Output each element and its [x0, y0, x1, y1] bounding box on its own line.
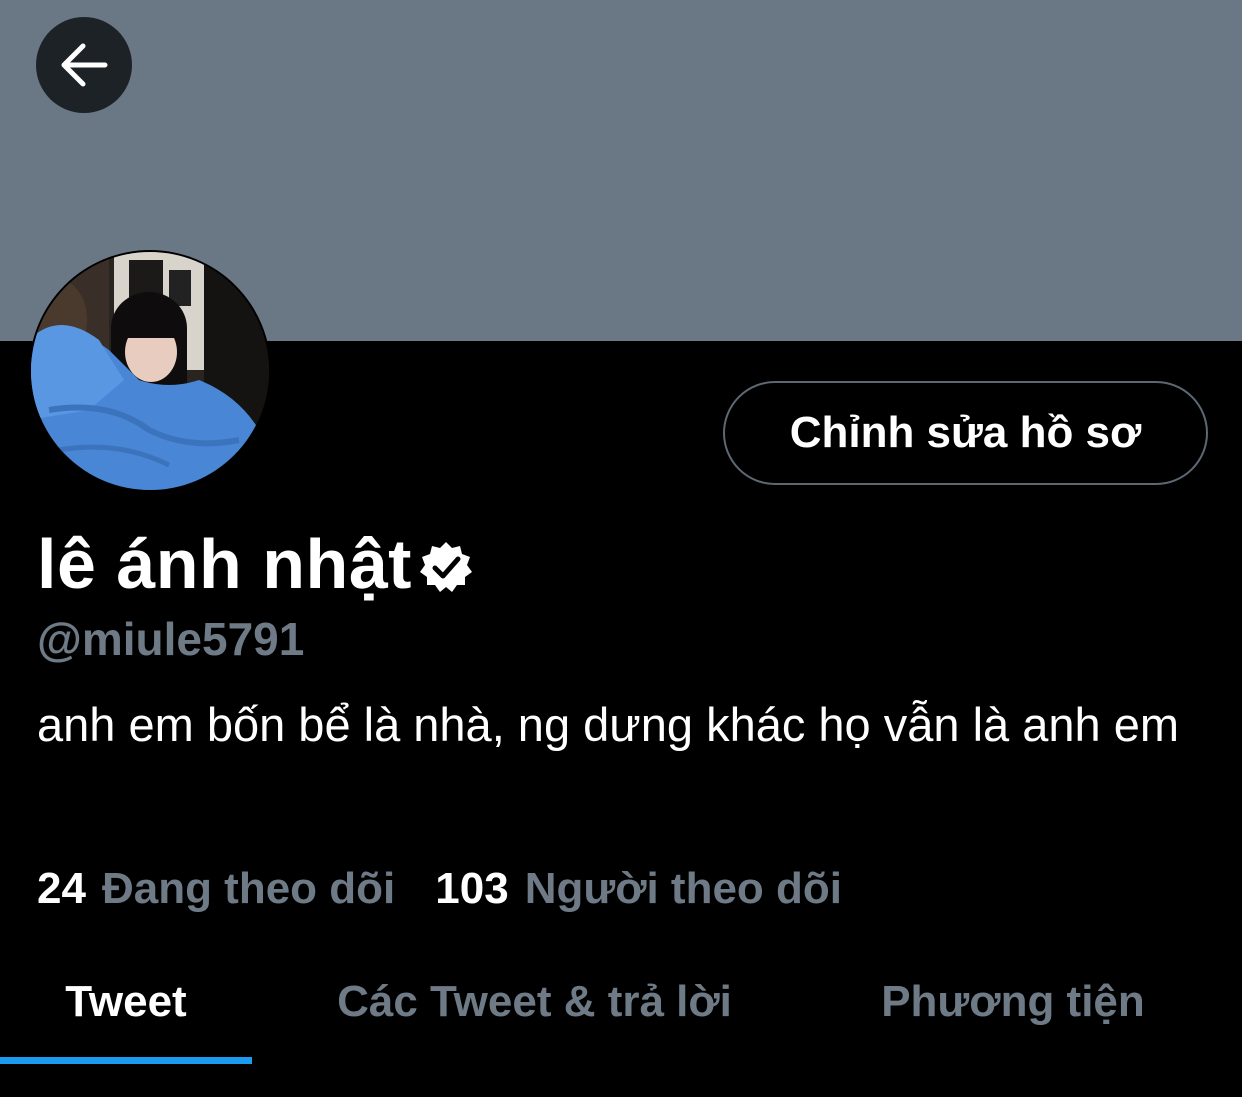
verified-badge-icon[interactable] [418, 539, 474, 595]
profile-bio: anh em bốn bể là nhà, ng dưng khác họ vẫ… [37, 698, 1179, 751]
edit-profile-button[interactable]: Chỉnh sửa hồ sơ [723, 381, 1208, 485]
profile-tabs: Tweet Các Tweet & trả lời Phương tiện [0, 940, 1242, 1064]
display-name: lê ánh nhật [37, 525, 412, 603]
following-stat[interactable]: 24 Đang theo dõi [37, 864, 395, 914]
avatar-photo [31, 252, 269, 490]
arrow-left-icon [61, 43, 108, 87]
active-tab-indicator [0, 1057, 252, 1064]
profile-page: Chỉnh sửa hồ sơ lê ánh nhật @miule5791 a… [0, 0, 1242, 1097]
followers-stat[interactable]: 103 Người theo dõi [435, 864, 842, 914]
back-button[interactable] [36, 17, 132, 113]
following-label: Đang theo dõi [101, 864, 396, 913]
display-name-row: lê ánh nhật [37, 522, 474, 606]
avatar[interactable] [29, 250, 271, 492]
tab-tweets-and-replies[interactable]: Các Tweet & trả lời [252, 940, 817, 1064]
follow-stats: 24 Đang theo dõi 103 Người theo dõi [37, 864, 842, 914]
following-count: 24 [37, 864, 86, 913]
tab-tweets[interactable]: Tweet [0, 940, 252, 1064]
user-handle: @miule5791 [37, 613, 305, 665]
followers-label: Người theo dõi [524, 864, 843, 913]
tab-media[interactable]: Phương tiện [817, 940, 1209, 1064]
followers-count: 103 [435, 864, 509, 913]
